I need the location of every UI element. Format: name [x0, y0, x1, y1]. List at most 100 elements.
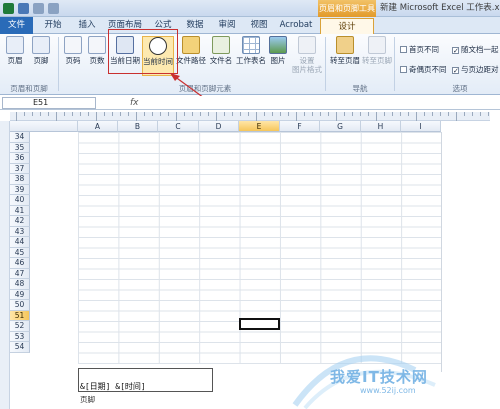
column-header-g[interactable]: G [320, 121, 361, 132]
footer-button[interactable]: 页脚 [30, 36, 52, 65]
checkbox-box [400, 66, 407, 73]
file-name-button[interactable]: 文件名 [208, 36, 234, 65]
ruler-tick [176, 112, 177, 121]
column-header-b[interactable]: B [118, 121, 158, 132]
ruler-tick [112, 112, 113, 116]
header-button[interactable]: 页眉 [4, 36, 26, 65]
ruler-tick [232, 112, 233, 116]
row-header[interactable]: 52 [10, 321, 30, 332]
ruler-tick [464, 112, 465, 116]
ruler-tick [248, 112, 249, 116]
picture-button[interactable]: 图片 [268, 36, 288, 65]
row-header[interactable]: 54 [10, 342, 30, 353]
ruler-tick [312, 112, 313, 116]
name-box[interactable]: E51 [2, 97, 96, 109]
ruler-tick [360, 112, 361, 116]
tab-acrobat[interactable]: Acrobat [276, 17, 316, 34]
row-header[interactable]: 35 [10, 142, 30, 153]
ruler-tick [104, 112, 105, 116]
row-header[interactable]: 41 [10, 205, 30, 216]
ruler-tick [304, 112, 305, 116]
ruler-tick [120, 112, 121, 116]
row-header[interactable]: 34 [10, 132, 30, 143]
row-header[interactable]: 37 [10, 163, 30, 174]
row-header[interactable]: 48 [10, 279, 30, 290]
row-header[interactable]: 46 [10, 258, 30, 269]
ruler-tick [16, 112, 17, 121]
ruler-tick [280, 112, 281, 116]
header-icon [6, 36, 24, 54]
watermark-text: 我爱IT技术网 [330, 368, 428, 386]
tab-insert[interactable]: 插入 [72, 17, 102, 34]
ruler-tick [80, 112, 81, 116]
column-header-a[interactable]: A [78, 121, 118, 132]
row-headers: 34 35 36 37 38 39 40 41 42 43 44 45 46 4… [10, 132, 30, 372]
checkbox-different-odd-even[interactable]: 奇偶页不同 [400, 64, 447, 75]
format-picture-icon [298, 36, 316, 54]
group-separator [58, 37, 59, 91]
checkbox-box [400, 46, 407, 53]
undo-icon[interactable] [33, 3, 44, 14]
fx-icon[interactable]: fx [130, 96, 139, 110]
tab-data[interactable]: 数据 [180, 17, 210, 34]
page-count-button[interactable]: 页数 [86, 36, 108, 65]
row-header[interactable]: 36 [10, 153, 30, 164]
ruler-tick [152, 112, 153, 116]
format-picture-button: 设置 图片格式 [292, 36, 322, 74]
selected-cell-e51[interactable] [239, 318, 280, 330]
file-path-button[interactable]: 文件路径 [176, 36, 206, 65]
tab-home[interactable]: 开始 [38, 17, 68, 34]
row-header[interactable]: 45 [10, 247, 30, 258]
select-all-corner[interactable] [10, 121, 78, 132]
tab-view[interactable]: 视图 [244, 17, 274, 34]
page-number-icon [64, 36, 82, 54]
group-separator [325, 37, 326, 91]
row-header[interactable]: 38 [10, 174, 30, 185]
tab-file[interactable]: 文件 [0, 17, 33, 34]
ribbon: 页眉 页脚 页眉和页脚 页码 页数 当前日期 当前时间 文件路径 文件名 工作表… [0, 34, 500, 95]
column-header-c[interactable]: C [158, 121, 199, 132]
row-header[interactable]: 40 [10, 195, 30, 206]
column-header-h[interactable]: H [361, 121, 401, 132]
footer-label: 页脚 [80, 395, 95, 404]
row-header[interactable]: 50 [10, 300, 30, 311]
ruler-tick [200, 112, 201, 116]
row-header[interactable]: 49 [10, 289, 30, 300]
sheet-name-button[interactable]: 工作表名 [236, 36, 266, 65]
row-header-selected[interactable]: 51 [10, 310, 30, 321]
ruler-tick [392, 112, 393, 116]
row-header[interactable]: 42 [10, 216, 30, 227]
ruler-tick [336, 112, 337, 121]
column-header-i[interactable]: I [401, 121, 441, 132]
tab-review[interactable]: 审阅 [212, 17, 242, 34]
column-header-d[interactable]: D [199, 121, 239, 132]
ruler-tick [344, 112, 345, 116]
ruler-tick [32, 112, 33, 116]
ruler-tick [216, 112, 217, 121]
checkbox-align-with-margins[interactable]: ✓ 与页边距对 [452, 64, 499, 75]
group-label-header-footer: 页眉和页脚 [10, 84, 48, 93]
column-header-e[interactable]: E [239, 121, 280, 132]
row-header[interactable]: 43 [10, 226, 30, 237]
checkbox-different-first-page[interactable]: 首页不同 [400, 44, 439, 55]
row-header[interactable]: 47 [10, 268, 30, 279]
row-header[interactable]: 53 [10, 331, 30, 342]
tab-design[interactable]: 设计 [320, 18, 374, 34]
footer-content[interactable]: &[日期] &[时间] [80, 381, 146, 392]
go-to-footer-button: 转至页脚 [362, 36, 392, 65]
ruler-tick [168, 112, 169, 116]
go-to-header-button[interactable]: 转至页眉 [330, 36, 360, 65]
row-header[interactable]: 39 [10, 184, 30, 195]
save-icon[interactable] [18, 3, 29, 14]
vertical-ruler [0, 121, 10, 409]
checkbox-scale-with-document[interactable]: ✓ 随文档一起 [452, 44, 499, 55]
column-header-f[interactable]: F [280, 121, 320, 132]
ruler-tick [144, 112, 145, 116]
redo-icon[interactable] [48, 3, 59, 14]
ruler-tick [264, 112, 265, 116]
row-header[interactable]: 44 [10, 237, 30, 248]
ruler-tick [296, 112, 297, 121]
page-number-button[interactable]: 页码 [62, 36, 84, 65]
ruler-tick [48, 112, 49, 116]
ruler-tick [384, 112, 385, 116]
